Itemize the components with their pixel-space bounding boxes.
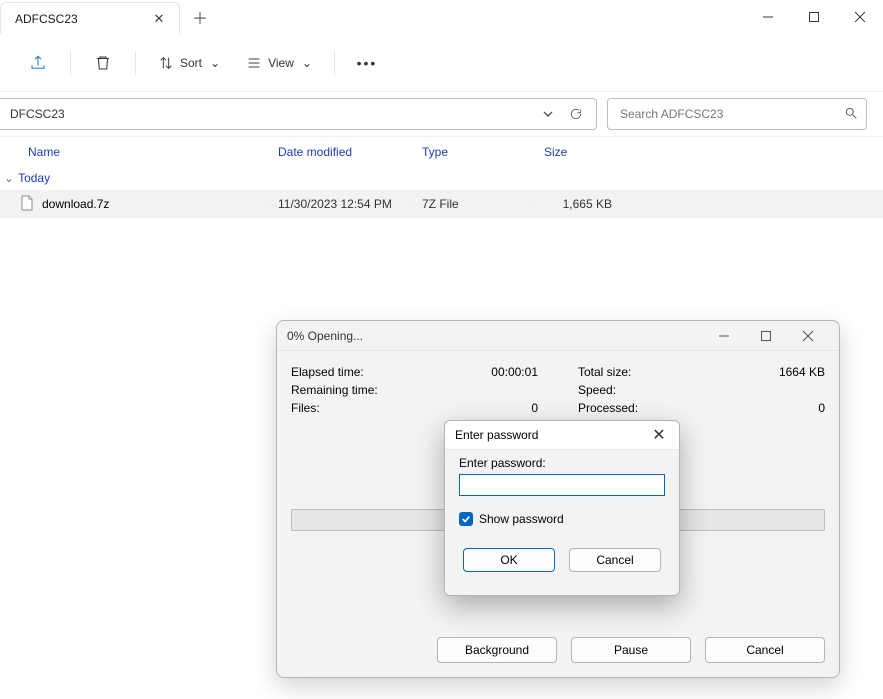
search-input[interactable]: [618, 106, 844, 122]
files-value: 0: [478, 401, 538, 419]
window-tab[interactable]: ADFCSC23 ✕: [0, 2, 180, 34]
search-icon[interactable]: [844, 106, 858, 123]
column-type[interactable]: Type: [412, 145, 534, 159]
file-name: download.7z: [42, 197, 109, 211]
enter-password-dialog: Enter password ✕ Enter password: Show pa…: [444, 420, 680, 596]
processed-label: Processed:: [578, 401, 765, 419]
column-size[interactable]: Size: [534, 145, 612, 159]
close-window-button[interactable]: [837, 0, 883, 34]
password-cancel-button[interactable]: Cancel: [569, 548, 661, 572]
address-row: DFCSC23: [0, 92, 883, 136]
sort-button[interactable]: Sort ⌄: [150, 45, 228, 81]
remaining-label: Remaining time:: [291, 383, 478, 401]
pause-button[interactable]: Pause: [571, 637, 691, 663]
processed-value: 0: [765, 401, 825, 419]
window-controls: [745, 0, 883, 34]
file-icon: [20, 195, 34, 214]
password-input[interactable]: [459, 474, 665, 496]
remaining-value: [478, 383, 538, 401]
column-date[interactable]: Date modified: [268, 145, 412, 159]
progress-dialog-title: 0% Opening...: [287, 329, 363, 343]
password-ok-button[interactable]: OK: [463, 548, 555, 572]
password-dialog-titlebar[interactable]: Enter password ✕: [445, 421, 679, 449]
more-button[interactable]: •••: [349, 45, 385, 81]
password-label: Enter password:: [459, 456, 665, 470]
share-button[interactable]: [20, 45, 56, 81]
address-bar[interactable]: DFCSC23: [0, 98, 597, 130]
checkbox-checked-icon: [459, 512, 473, 526]
show-password-checkbox[interactable]: Show password: [459, 512, 665, 526]
file-date: 11/30/2023 12:54 PM: [268, 197, 412, 211]
view-button[interactable]: View ⌄: [238, 45, 320, 81]
column-headers: Name Date modified Type Size: [0, 136, 883, 166]
progress-dialog-titlebar[interactable]: 0% Opening...: [277, 321, 839, 351]
speed-label: Speed:: [578, 383, 765, 401]
password-dialog-title: Enter password: [455, 428, 538, 442]
password-dialog-close-button[interactable]: ✕: [649, 425, 669, 445]
show-password-label: Show password: [479, 512, 564, 526]
files-label: Files:: [291, 401, 478, 419]
cancel-button[interactable]: Cancel: [705, 637, 825, 663]
total-size-value: 1664 KB: [765, 365, 825, 383]
total-size-label: Total size:: [578, 365, 765, 383]
progress-maximize-button[interactable]: [745, 321, 787, 351]
sort-label: Sort: [180, 56, 202, 70]
elapsed-value: 00:00:01: [478, 365, 538, 383]
minimize-button[interactable]: [745, 0, 791, 34]
close-tab-icon[interactable]: ✕: [151, 11, 167, 27]
view-label: View: [268, 56, 294, 70]
elapsed-label: Elapsed time:: [291, 365, 478, 383]
column-name[interactable]: Name: [0, 145, 268, 159]
chevron-down-icon: ⌄: [4, 171, 14, 185]
toolbar: Sort ⌄ View ⌄ •••: [0, 34, 883, 92]
background-button[interactable]: Background: [437, 637, 557, 663]
file-size: 1,665 KB: [534, 197, 632, 211]
refresh-button[interactable]: [562, 100, 590, 128]
address-text: DFCSC23: [10, 107, 534, 121]
file-row[interactable]: download.7z 11/30/2023 12:54 PM 7Z File …: [0, 190, 883, 218]
file-type: 7Z File: [412, 197, 534, 211]
maximize-button[interactable]: [791, 0, 837, 34]
progress-close-button[interactable]: [787, 321, 829, 351]
progress-minimize-button[interactable]: [703, 321, 745, 351]
speed-value: [765, 383, 825, 401]
address-dropdown-button[interactable]: [534, 100, 562, 128]
tab-title: ADFCSC23: [15, 12, 151, 26]
chevron-down-icon: ⌄: [210, 56, 220, 70]
delete-button[interactable]: [85, 45, 121, 81]
chevron-down-icon: ⌄: [302, 56, 312, 70]
group-label: Today: [18, 171, 50, 185]
search-box[interactable]: [607, 98, 867, 130]
titlebar: ADFCSC23 ✕ ＋: [0, 0, 883, 34]
group-header[interactable]: ⌄ Today: [0, 166, 883, 190]
new-tab-button[interactable]: ＋: [180, 0, 220, 34]
